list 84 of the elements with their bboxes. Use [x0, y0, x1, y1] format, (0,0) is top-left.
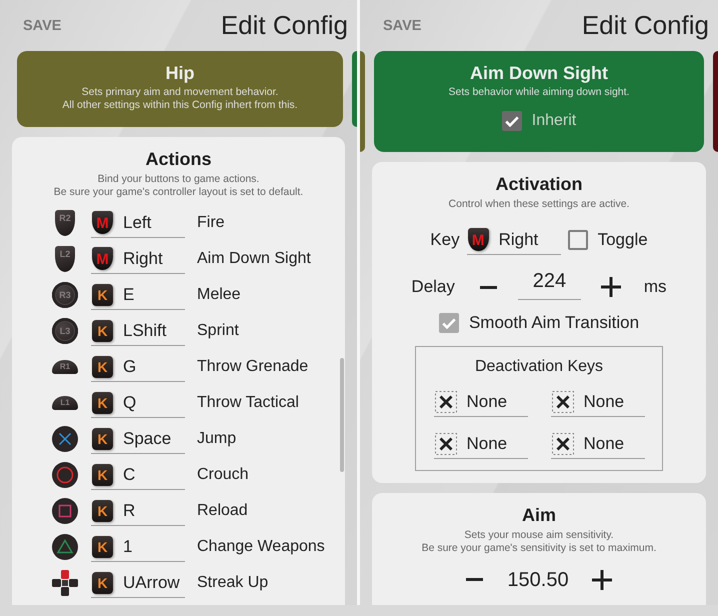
key-field[interactable]: K E — [91, 280, 185, 310]
mouse-badge: M — [92, 211, 113, 234]
key-field[interactable]: None — [434, 387, 528, 417]
x-icon — [552, 390, 574, 412]
bumper-glyph: R1 — [52, 360, 78, 374]
keyboard-badge: K — [92, 284, 113, 306]
delay-label: Delay — [411, 277, 455, 297]
x-icon — [434, 432, 456, 454]
plus-icon[interactable] — [600, 277, 621, 297]
key-label: Key — [430, 230, 460, 250]
triangle-button-icon — [52, 534, 78, 560]
action-label: Change Weapons — [197, 538, 325, 556]
checkbox-label: Inherit — [532, 112, 576, 130]
checkbox[interactable] — [502, 111, 522, 131]
mode-title: Aim Down Sight — [470, 62, 608, 84]
section-title: Activation — [494, 173, 584, 195]
keyboard-badge: K — [92, 320, 113, 342]
dpad-up-icon — [52, 570, 78, 596]
keyboard-badge: K — [92, 392, 113, 414]
action-label: Sprint — [197, 322, 239, 340]
square-button-icon — [52, 498, 78, 524]
mouse-badge: M — [468, 228, 489, 251]
checkmark-icon — [442, 318, 456, 328]
section-description: Sets your mouse aim sensitivity. Be sure your game's sensitivity is set to maximum. — [420, 528, 658, 554]
checkbox-label: Toggle — [598, 230, 648, 250]
action-label: Fire — [197, 214, 225, 232]
trigger-glyph: L2 — [55, 246, 75, 272]
section-description: Bind your buttons to game actions. Be sure your game's controller layout is set to default. — [52, 172, 304, 198]
action-label: Streak Up — [197, 574, 268, 592]
page-title: Edit Config — [582, 10, 709, 41]
key-field[interactable]: K UArrow — [91, 568, 185, 598]
circle-button-icon — [52, 462, 78, 488]
section-title: Actions — [144, 148, 212, 170]
mode-description: Sets primary aim and movement behavior. All other settings within this Config inhert from this. — [62, 86, 298, 112]
mode-description: Sets behavior while aiming down sight. — [448, 86, 630, 99]
key-field[interactable]: K C — [91, 460, 185, 490]
key-field[interactable]: M Left — [91, 208, 185, 238]
action-label: Melee — [197, 286, 241, 304]
checkmark-icon — [504, 116, 519, 126]
keyboard-badge: K — [92, 500, 113, 522]
trigger-glyph: R2 — [55, 210, 75, 236]
key-field[interactable]: K Space — [91, 424, 185, 454]
page-title: Edit Config — [220, 10, 348, 41]
keyboard-badge: K — [92, 536, 113, 558]
key-field[interactable]: K 1 — [91, 532, 185, 562]
keyboard-badge: K — [92, 464, 113, 486]
checkbox[interactable] — [438, 313, 459, 333]
key-field[interactable]: K R — [91, 496, 185, 526]
mouse-badge: M — [92, 247, 113, 270]
unit-label: ms — [644, 277, 667, 297]
key-field[interactable]: K Q — [91, 388, 185, 418]
checkbox-label: Smooth Aim Transition — [468, 313, 640, 333]
minus-icon[interactable] — [480, 286, 497, 288]
action-label: Reload — [197, 502, 248, 520]
section-description: Control when these settings are active. — [448, 198, 630, 210]
key-field[interactable]: K G — [91, 352, 185, 382]
key-field[interactable]: M Right — [91, 244, 185, 274]
action-label: Aim Down Sight — [197, 250, 311, 268]
stick-glyph: L3 — [52, 318, 78, 344]
plus-icon[interactable] — [592, 570, 612, 590]
sensitivity-field[interactable]: 150.50 — [507, 568, 569, 590]
mode-title: Hip — [166, 62, 194, 84]
panel-title: Deactivation Keys — [474, 357, 604, 377]
key-field[interactable]: K LShift — [91, 316, 185, 346]
action-label: Throw Grenade — [197, 358, 308, 376]
x-icon — [434, 390, 456, 412]
checkbox[interactable] — [568, 230, 588, 250]
keyboard-badge: K — [92, 356, 113, 378]
x-icon — [552, 432, 574, 454]
cross-button-icon — [52, 426, 78, 452]
key-field[interactable]: None — [550, 387, 644, 417]
bumper-glyph: L1 — [52, 396, 78, 410]
action-label: Throw Tactical — [197, 394, 299, 412]
delay-field[interactable]: 224 — [518, 270, 581, 300]
keyboard-badge: K — [92, 428, 113, 450]
action-label: Crouch — [197, 466, 249, 484]
stick-glyph: R3 — [52, 282, 78, 308]
keyboard-badge: K — [92, 572, 113, 594]
action-label: Jump — [197, 430, 236, 448]
section-title: Aim — [520, 504, 557, 526]
key-field[interactable]: M Right — [466, 225, 561, 255]
minus-icon[interactable] — [466, 578, 484, 581]
key-field[interactable]: None — [550, 429, 644, 459]
key-field[interactable]: None — [434, 429, 528, 459]
